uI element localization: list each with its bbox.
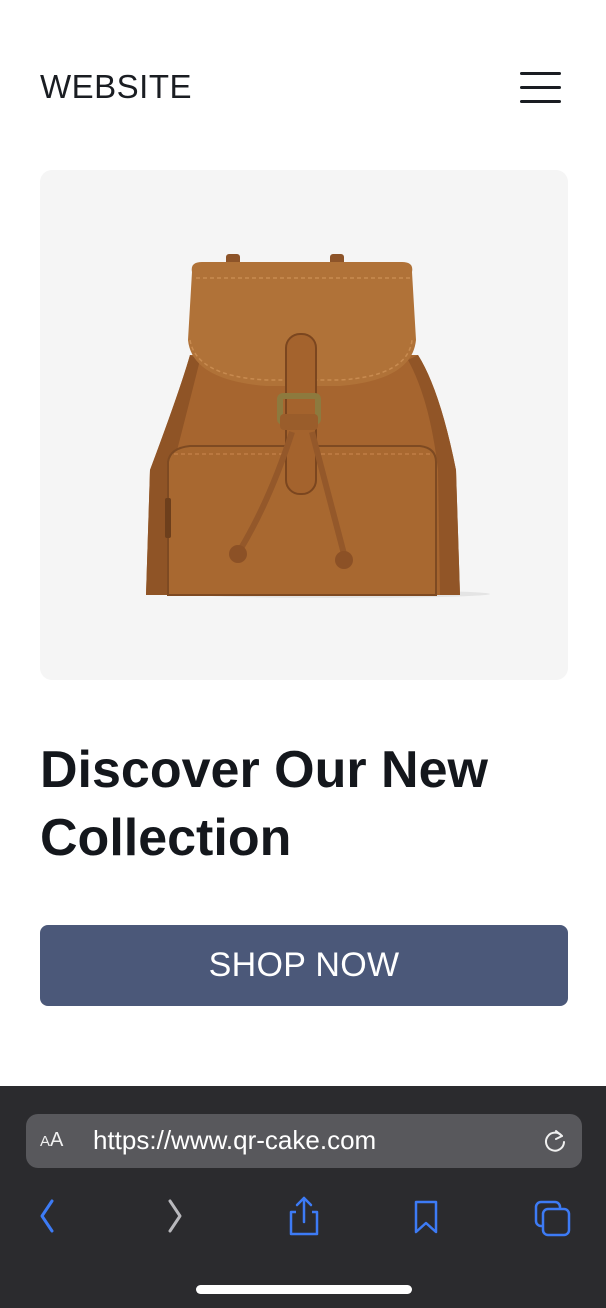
site-header: WEBSITE: [0, 0, 606, 170]
reader-label-small: A: [40, 1133, 51, 1150]
site-title[interactable]: WEBSITE: [40, 68, 192, 106]
backpack-image: [146, 254, 490, 598]
share-icon[interactable]: [284, 1194, 324, 1238]
reader-label-large: A: [50, 1129, 64, 1151]
home-indicator: [196, 1285, 412, 1294]
bookmarks-icon[interactable]: [406, 1194, 446, 1238]
hero-image: [40, 170, 568, 680]
address-bar[interactable]: AA https://www.qr-cake.com: [26, 1114, 582, 1168]
reader-mode-button[interactable]: AA: [40, 1129, 63, 1152]
forward-icon[interactable]: [156, 1194, 196, 1238]
tabs-icon[interactable]: [532, 1194, 572, 1238]
reload-icon[interactable]: [542, 1128, 568, 1154]
hamburger-menu-icon[interactable]: [518, 70, 564, 106]
menu-bar: [520, 100, 561, 103]
browser-bar: AA https://www.qr-cake.com: [0, 1086, 606, 1308]
page: WEBSITE Discover Our New Collection SHOP…: [0, 0, 606, 1308]
headline: Discover Our New Collection: [40, 741, 488, 867]
shop-now-button[interactable]: SHOP NOW: [40, 925, 568, 1006]
back-icon[interactable]: [26, 1194, 66, 1238]
menu-bar: [520, 72, 561, 75]
url-text[interactable]: https://www.qr-cake.com: [93, 1125, 376, 1156]
menu-bar: [520, 86, 561, 89]
